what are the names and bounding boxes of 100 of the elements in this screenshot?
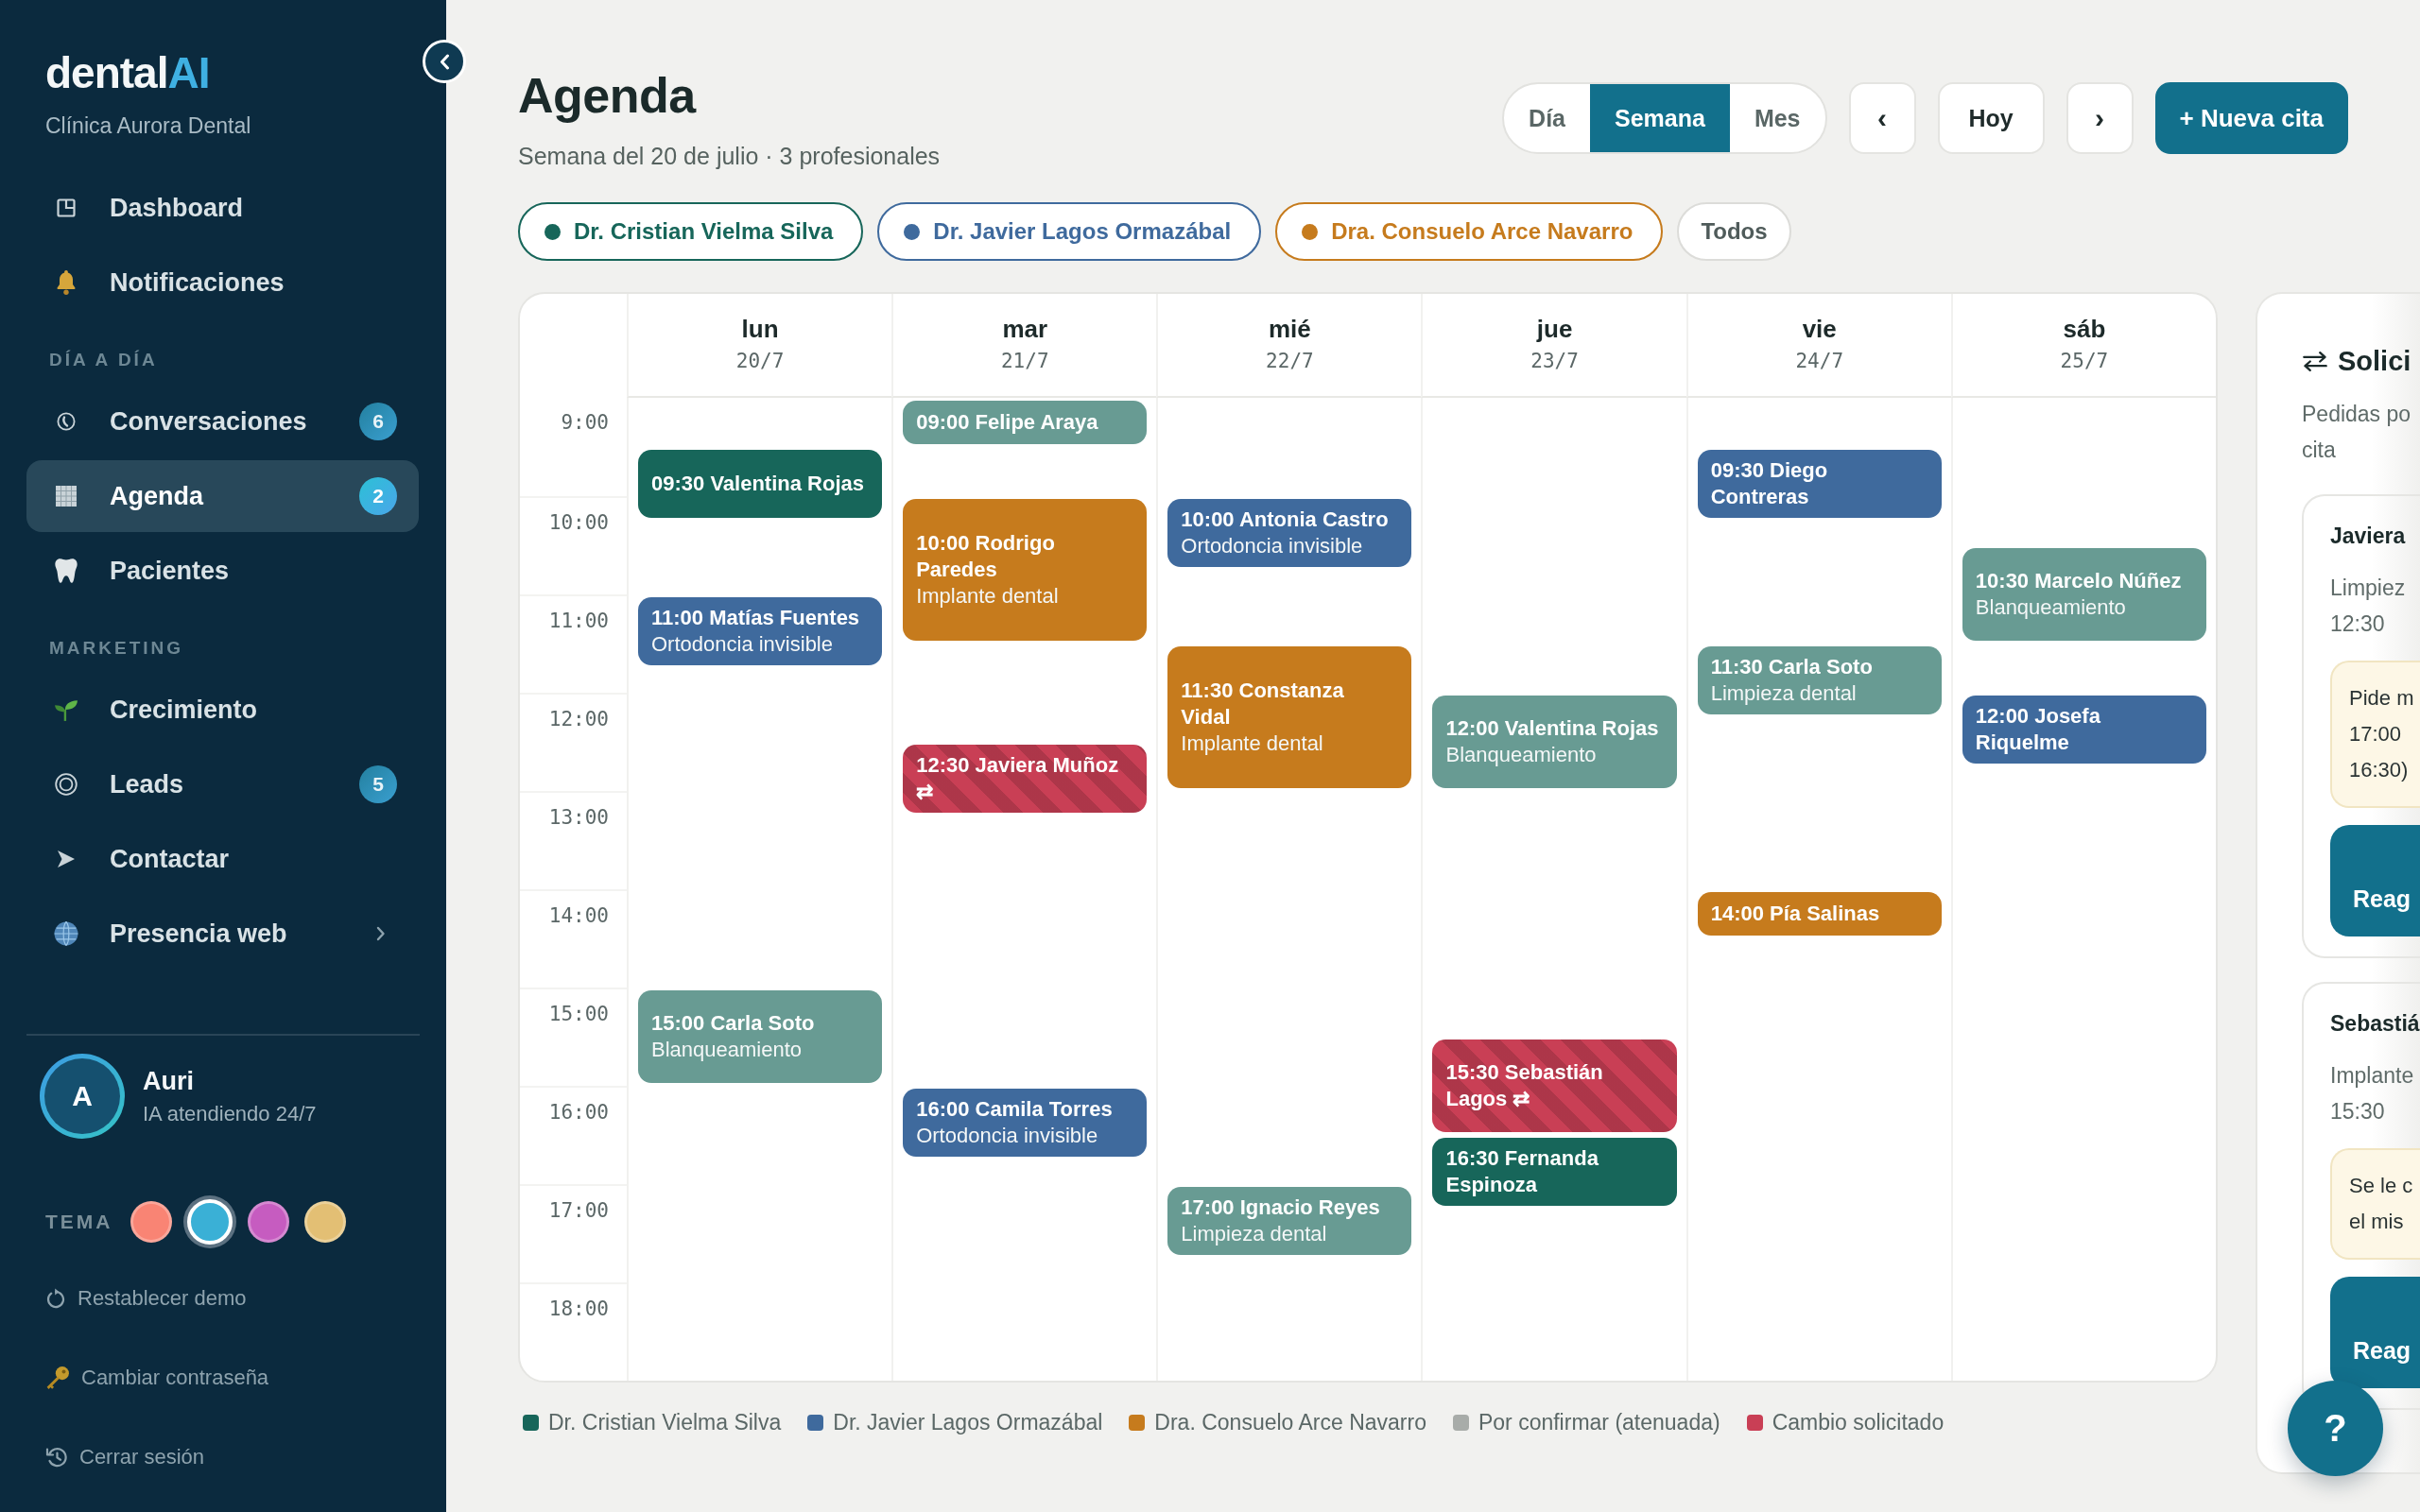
appointment-treatment: Implante dental [916,583,1059,610]
today-button[interactable]: Hoy [1937,82,2045,154]
appointment-block[interactable]: 12:00 Josefa Riquelme [1962,696,2206,764]
legend-label: Cambio solicitado [1772,1409,1945,1435]
filter-chip[interactable]: Dra. Consuelo Arce Navarro [1275,202,1664,261]
nav-item[interactable]: Notificaciones [26,247,419,318]
appointment-treatment: Blanqueamiento [1975,594,2126,621]
appointment-title: 11:00 Matías Fuentes [651,605,860,631]
filter-chip[interactable]: Todos [1677,202,1791,261]
time-label: 13:00 [548,805,609,831]
appointment-title: 09:00 Felipe Araya [916,409,1098,436]
time-label: 14:00 [548,903,609,929]
new-appointment-button[interactable]: + Nueva cita [2154,82,2348,154]
appointment-treatment: Implante dental [1181,730,1323,757]
collapse-button[interactable] [423,40,466,83]
appointment-title: 14:00 Pía Salinas [1710,901,1880,927]
nav-item[interactable]: Leads 5 [26,748,419,820]
filter-chip[interactable]: Dr. Javier Lagos Ormazábal [877,202,1262,261]
appointment-title: 15:00 Carla Soto [651,1010,815,1037]
appointment-block[interactable]: 09:30 Valentina Rojas [638,450,883,518]
request-detail: Limpiez 12:30 [2330,575,2406,638]
time-label: 17:00 [548,1198,609,1224]
nav-item[interactable]: Crecimiento [26,674,419,746]
request-note: Pide m 17:00 16:30) [2330,661,2420,808]
nav-item[interactable]: Contactar [26,823,419,895]
sidebar-link[interactable]: Cambiar contraseña [45,1338,269,1418]
time-label: 10:00 [548,510,609,536]
appointment-block[interactable]: 10:00 Rodrigo Paredes Implante dental [903,499,1148,641]
appointment-block[interactable]: 15:30 Sebastián Lagos ⇄ [1432,1040,1677,1132]
view-tab[interactable]: Mes [1729,84,1825,152]
swap-icon [2302,351,2328,371]
appointment-block[interactable]: 09:30 Diego Contreras [1697,450,1942,518]
nav-item[interactable]: Pacientes [26,535,419,607]
theme-swatch[interactable] [186,1199,233,1245]
nav-item[interactable]: Agenda 2 [26,460,419,532]
appointment-block[interactable]: 12:00 Valentina Rojas Blanqueamiento [1432,696,1677,788]
sprout-icon [54,697,78,722]
appointment-block[interactable]: 09:00 Felipe Araya [903,401,1148,444]
appointment-treatment: Limpieza dental [1710,680,1857,707]
theme-swatch[interactable] [303,1201,346,1243]
view-tab[interactable]: Semana [1590,84,1730,152]
nav-item[interactable]: Dashboard [26,172,419,244]
day-name: jue [1536,315,1573,343]
count-badge: 6 [359,403,397,440]
appointment-treatment: Ortodoncia invisible [1181,533,1363,559]
section-label: MARKETING [49,637,184,660]
theme-swatch[interactable] [247,1201,289,1243]
appointment-block[interactable]: 16:30 Fernanda Espinoza [1432,1138,1677,1206]
appointment-title: 17:00 Ignacio Reyes [1181,1194,1380,1221]
appointment-title: 10:00 Antonia Castro [1181,507,1389,533]
nav-item[interactable]: Presencia web [26,898,419,970]
next-button[interactable]: › [2066,82,2134,154]
action-button[interactable]: Reag [2330,825,2420,936]
time-label: 11:00 [548,609,609,634]
appointment-block[interactable]: 11:00 Matías Fuentes Ortodoncia invisible [638,597,883,665]
appointment-block[interactable]: 14:00 Pía Salinas [1697,892,1942,936]
appointment-block[interactable]: 16:00 Camila Torres Ortodoncia invisible [903,1089,1148,1157]
legend-label: Dra. Consuelo Arce Navarro [1154,1409,1426,1435]
appointment-block[interactable]: 10:30 Marcelo Núñez Blanqueamiento [1962,548,2206,641]
appointment-block[interactable]: 15:00 Carla Soto Blanqueamiento [638,990,883,1083]
time-label: 18:00 [548,1297,609,1322]
appointment-title: 10:00 Rodrigo Paredes [916,530,1056,583]
globe-icon [54,921,78,946]
assistant-name: Auri [143,1066,194,1097]
day-name: mar [1002,315,1048,343]
request-name: Javiera [2330,523,2406,550]
day-name: mié [1269,315,1311,343]
nav-item[interactable]: Conversaciones 6 [26,386,419,457]
appointment-block[interactable]: 11:30 Constanza Vidal Implante dental [1167,646,1412,788]
day-name: vie [1802,315,1837,343]
action-button[interactable]: Reag [2330,1277,2420,1388]
legend-label: Dr. Javier Lagos Ormazábal [833,1409,1103,1435]
appointment-treatment: Blanqueamiento [651,1037,802,1063]
appointment-title: 10:30 Marcelo Núñez [1975,568,2182,594]
refresh-icon [45,1288,66,1309]
appointment-block[interactable]: 17:00 Ignacio Reyes Limpieza dental [1167,1187,1412,1255]
sidebar-link[interactable]: Restablecer demo [45,1259,247,1338]
day-date: 25/7 [2060,349,2109,373]
previous-button[interactable]: ‹ [1848,82,1916,154]
panel-description: Pedidas po cita [2302,401,2411,464]
appointment-title: 12:30 Javiera Muñoz ⇄ [916,752,1120,805]
request-detail: Implante 15:30 [2330,1062,2414,1125]
appointment-title: 16:30 Fernanda Espinoza [1445,1145,1599,1198]
appointment-block[interactable]: 10:00 Antonia Castro Ortodoncia invisible [1167,499,1412,567]
key-icon [45,1366,70,1390]
time-label: 9:00 [561,410,609,436]
count-badge: 5 [359,765,397,803]
page-title: Agenda [518,67,696,124]
appointment-block[interactable]: 11:30 Carla Soto Limpieza dental [1697,646,1942,714]
legend-label: Por confirmar (atenuada) [1478,1409,1720,1435]
appointment-block[interactable]: 12:30 Javiera Muñoz ⇄ [903,745,1148,813]
day-date: 23/7 [1530,349,1579,373]
theme-swatch[interactable] [130,1201,172,1243]
target-icon [55,773,78,796]
view-tab[interactable]: Día [1504,84,1590,152]
tooth-icon [54,558,78,584]
day-name: lun [741,315,779,343]
history-icon [45,1446,68,1469]
sidebar-link[interactable]: Cerrar sesión [45,1418,205,1497]
filter-chip[interactable]: Dr. Cristian Vielma Silva [518,202,864,261]
